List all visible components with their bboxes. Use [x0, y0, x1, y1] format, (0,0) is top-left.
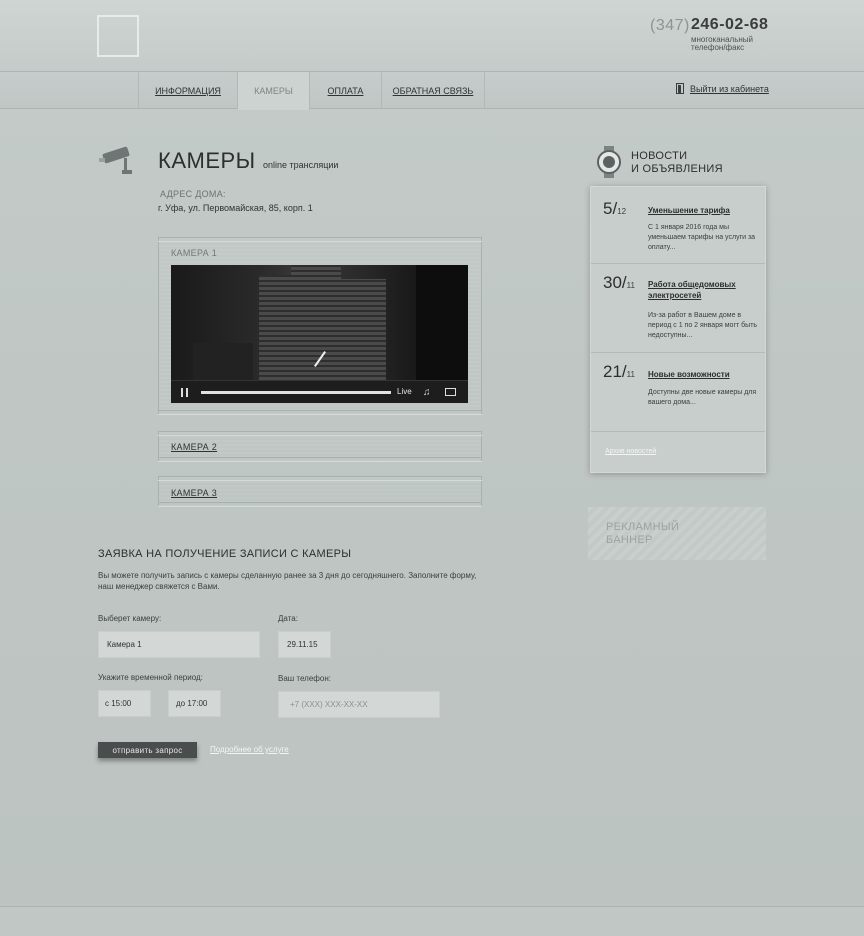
camera-panel-2[interactable]: КАМЕРА 2	[158, 431, 482, 462]
nav-item-info[interactable]: ИНФОРМАЦИЯ	[138, 72, 238, 109]
banner-text: РЕКЛАМНЫЙ БАННЕР	[606, 521, 680, 546]
phone-label: Ваш телефон:	[278, 674, 331, 683]
screen-icon[interactable]	[445, 388, 456, 396]
video-frame	[171, 265, 468, 380]
header: (347) 246-02-68 многоканальный телефон/ф…	[0, 0, 864, 72]
pause-icon[interactable]	[181, 388, 188, 397]
news-headline[interactable]: Новые возможности	[648, 369, 758, 380]
news-date: 5/12	[603, 199, 627, 218]
news-item[interactable]: 30/11 Работа общедомовых электросетей Из…	[591, 264, 765, 353]
news-text: Из-за работ в Вашем доме в период с 1 по…	[648, 312, 758, 339]
address-value: г. Уфа, ул. Первомайская, 85, корп. 1	[158, 203, 313, 213]
nav-item-feedback[interactable]: ОБРАТНАЯ СВЯЗЬ	[382, 72, 485, 109]
news-headline[interactable]: Уменьшение тарифа	[648, 205, 758, 216]
logo[interactable]	[97, 15, 139, 57]
ad-banner[interactable]: РЕКЛАМНЫЙ БАННЕР	[588, 507, 766, 560]
video-controls: Live ♫	[171, 380, 468, 403]
video-player[interactable]: Live ♫	[171, 265, 468, 403]
logout-link[interactable]: Выйти из кабинета	[676, 83, 769, 94]
phone-code: (347)	[650, 17, 690, 34]
news-archive-link[interactable]: Архив новостей	[605, 448, 656, 455]
news-title: НОВОСТИ И ОБЪЯВЛЕНИЯ	[631, 150, 723, 176]
request-title: ЗАЯВКА НА ПОЛУЧЕНИЕ ЗАПИСИ С КАМЕРЫ	[98, 548, 352, 560]
watch-icon	[597, 146, 621, 178]
door-icon	[676, 83, 684, 94]
news-title-line1: НОВОСТИ	[631, 150, 688, 162]
phone-field[interactable]: +7 (XXX) XXX-XX-XX	[278, 691, 440, 718]
address-label: АДРЕС ДОМА:	[160, 189, 226, 199]
camera-select[interactable]: Камера 1	[98, 631, 260, 658]
camera-2-label[interactable]: КАМЕРА 2	[171, 442, 217, 452]
news-title-line2: И ОБЪЯВЛЕНИЯ	[631, 163, 723, 175]
live-label: Live	[397, 387, 412, 396]
date-field[interactable]: 29.11.15	[278, 631, 331, 658]
camera-1-label[interactable]: КАМЕРА 1	[171, 248, 217, 258]
nav-item-cameras[interactable]: КАМЕРЫ	[238, 72, 310, 110]
time-to-field[interactable]: до 17:00	[168, 690, 221, 717]
phone-number: 246-02-68	[691, 16, 769, 33]
news-headline[interactable]: Работа общедомовых электросетей	[648, 279, 758, 301]
camera-select-label: Выберет камеру:	[98, 614, 162, 623]
logout-label: Выйти из кабинета	[690, 83, 769, 94]
news-item[interactable]: 21/11 Новые возможности Доступны две нов…	[591, 353, 765, 432]
time-from-field[interactable]: с 15:00	[98, 690, 151, 717]
video-progress-bar[interactable]	[201, 391, 391, 394]
camera-panel-3[interactable]: КАМЕРА 3	[158, 476, 482, 507]
news-list: 5/12 Уменьшение тарифа С 1 января 2016 г…	[590, 186, 766, 473]
footer	[0, 906, 864, 936]
news-text: Доступны две новые камеры для вашего дом…	[648, 389, 757, 406]
period-label: Укажите временной период:	[98, 673, 203, 682]
page-subtitle: online трансляции	[263, 160, 339, 170]
request-description: Вы можете получить запись с камеры сдела…	[98, 571, 477, 591]
nav-item-payment[interactable]: ОПЛАТА	[310, 72, 382, 109]
phone-note: многоканальный телефон/факс	[691, 35, 754, 52]
volume-icon[interactable]: ♫	[423, 387, 435, 398]
news-date: 30/11	[603, 273, 635, 292]
camera-icon	[99, 146, 132, 174]
news-date: 21/11	[603, 362, 635, 381]
news-text: С 1 января 2016 года мы уменьшаем тарифы…	[648, 224, 756, 251]
camera-3-label[interactable]: КАМЕРА 3	[171, 488, 217, 498]
page-title: КАМЕРЫ	[158, 148, 256, 173]
date-label: Дата:	[278, 614, 298, 623]
submit-request-button[interactable]: отправить запрос	[98, 742, 197, 758]
service-details-link[interactable]: Подробнее об услуге	[210, 745, 289, 754]
news-item[interactable]: 5/12 Уменьшение тарифа С 1 января 2016 г…	[591, 187, 765, 264]
